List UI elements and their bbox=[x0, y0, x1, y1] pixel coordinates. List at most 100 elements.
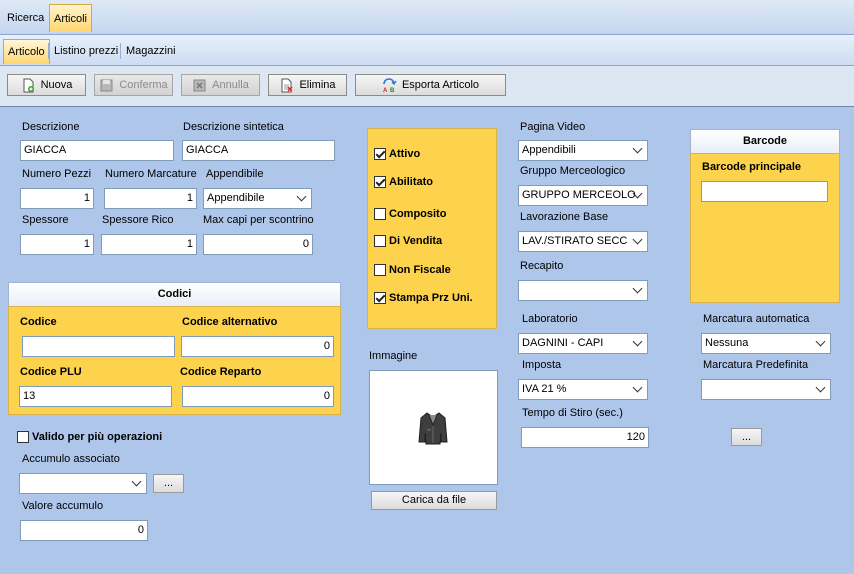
descrizione-input[interactable]: GIACCA bbox=[20, 140, 174, 161]
descrizione-label: Descrizione bbox=[22, 121, 80, 133]
codice-label: Codice bbox=[20, 316, 57, 328]
codice-reparto-input[interactable]: 0 bbox=[182, 386, 334, 407]
export-icon: AB bbox=[382, 77, 397, 94]
codice-reparto-label: Codice Reparto bbox=[180, 366, 262, 378]
di-vendita-label: Di Vendita bbox=[389, 235, 443, 247]
chevron-down-icon bbox=[632, 143, 643, 154]
accumulo-browse-button[interactable]: ... bbox=[153, 474, 184, 493]
valore-accumulo-label: Valore accumulo bbox=[22, 500, 104, 512]
tab-magazzini[interactable]: Magazzini bbox=[122, 39, 180, 64]
tab-separator bbox=[120, 43, 121, 59]
gruppo-merceologico-value: GRUPPO MERCEOLO bbox=[522, 189, 636, 201]
conferma-label: Conferma bbox=[119, 79, 168, 91]
tab-ricerca[interactable]: Ricerca bbox=[3, 4, 48, 32]
annulla-button[interactable]: Annulla bbox=[181, 74, 260, 96]
image-preview bbox=[369, 370, 498, 485]
codice-plu-input[interactable]: 13 bbox=[19, 386, 172, 407]
abilitato-label: Abilitato bbox=[389, 176, 433, 188]
gruppo-merceologico-label: Gruppo Merceologico bbox=[520, 165, 626, 177]
lavorazione-base-select[interactable]: LAV./STIRATO SECC bbox=[518, 231, 648, 252]
codice-input[interactable] bbox=[22, 336, 175, 357]
new-document-icon bbox=[21, 78, 36, 93]
lavorazione-base-label: Lavorazione Base bbox=[520, 211, 609, 223]
numero-marcature-input[interactable]: 1 bbox=[104, 188, 197, 209]
numero-pezzi-label: Numero Pezzi bbox=[22, 168, 92, 180]
tab-articoli[interactable]: Articoli bbox=[49, 4, 93, 32]
marcatura-predefinita-select[interactable] bbox=[701, 379, 831, 400]
non-fiscale-label: Non Fiscale bbox=[389, 264, 451, 276]
chevron-down-icon bbox=[131, 476, 142, 487]
annulla-label: Annulla bbox=[212, 79, 249, 91]
tab-articolo[interactable]: Articolo bbox=[3, 39, 50, 64]
elimina-label: Elimina bbox=[299, 79, 336, 91]
tempo-stiro-label: Tempo di Stiro (sec.) bbox=[522, 407, 623, 419]
appendibile-select[interactable]: Appendibile bbox=[203, 188, 312, 209]
valido-checkbox[interactable] bbox=[17, 431, 29, 443]
marcatura-browse-button[interactable]: ... bbox=[731, 428, 762, 446]
accumulo-label: Accumulo associato bbox=[22, 453, 120, 465]
non-fiscale-checkbox[interactable] bbox=[374, 264, 386, 276]
marcatura-automatica-value: Nessuna bbox=[705, 337, 749, 349]
spessore-label: Spessore bbox=[22, 214, 69, 226]
conferma-button[interactable]: Conferma bbox=[94, 74, 173, 96]
barcode-principale-input[interactable] bbox=[701, 181, 828, 202]
gruppo-merceologico-select[interactable]: GRUPPO MERCEOLO bbox=[518, 185, 648, 206]
pagina-video-select[interactable]: Appendibili bbox=[518, 140, 648, 161]
nuova-button[interactable]: Nuova bbox=[7, 74, 86, 96]
tempo-stiro-input[interactable]: 120 bbox=[521, 427, 649, 448]
delete-document-icon bbox=[279, 78, 294, 93]
chevron-down-icon bbox=[296, 191, 307, 202]
valido-label: Valido per più operazioni bbox=[32, 431, 163, 443]
laboratorio-select[interactable]: DAGNINI - CAPI bbox=[518, 333, 648, 354]
descrizione-sintetica-label: Descrizione sintetica bbox=[183, 121, 284, 133]
spessore-input[interactable]: 1 bbox=[20, 234, 94, 255]
attivo-label: Attivo bbox=[389, 148, 421, 160]
chevron-down-icon bbox=[632, 336, 643, 347]
descrizione-sintetica-input[interactable]: GIACCA bbox=[182, 140, 335, 161]
chevron-down-icon bbox=[632, 283, 643, 294]
save-icon bbox=[99, 78, 114, 93]
recapito-select[interactable] bbox=[518, 280, 648, 301]
max-capi-input[interactable]: 0 bbox=[203, 234, 313, 255]
carica-da-file-button[interactable]: Carica da file bbox=[371, 491, 497, 510]
esporta-articolo-button[interactable]: AB Esporta Articolo bbox=[355, 74, 506, 96]
codice-alternativo-input[interactable]: 0 bbox=[181, 336, 334, 357]
laboratorio-label: Laboratorio bbox=[522, 313, 578, 325]
esporta-label: Esporta Articolo bbox=[401, 79, 480, 91]
imposta-label: Imposta bbox=[522, 359, 562, 371]
barcode-panel bbox=[690, 153, 840, 303]
appendibile-value: Appendibile bbox=[207, 192, 265, 204]
immagine-label: Immagine bbox=[369, 350, 418, 362]
marcatura-automatica-select[interactable]: Nessuna bbox=[701, 333, 831, 354]
tab-listino-prezzi[interactable]: Listino prezzi bbox=[50, 39, 122, 64]
valore-accumulo-input[interactable]: 0 bbox=[20, 520, 148, 541]
pagina-video-value: Appendibili bbox=[522, 144, 576, 156]
numero-marcature-label: Numero Marcature bbox=[105, 168, 197, 180]
chevron-down-icon bbox=[632, 234, 643, 245]
numero-pezzi-input[interactable]: 1 bbox=[20, 188, 94, 209]
composito-checkbox[interactable] bbox=[374, 208, 386, 220]
lavorazione-base-value: LAV./STIRATO SECC bbox=[522, 235, 628, 247]
imposta-value: IVA 21 % bbox=[522, 383, 567, 395]
stampa-prz-uni-label: Stampa Prz Uni. bbox=[389, 292, 473, 304]
spessore-rico-input[interactable]: 1 bbox=[101, 234, 197, 255]
pagina-video-label: Pagina Video bbox=[520, 121, 586, 133]
jacket-icon bbox=[418, 411, 448, 448]
codice-plu-label: Codice PLU bbox=[20, 366, 82, 378]
elimina-button[interactable]: Elimina bbox=[268, 74, 347, 96]
recapito-label: Recapito bbox=[520, 260, 564, 272]
laboratorio-value: DAGNINI - CAPI bbox=[522, 337, 604, 349]
top-tab-bar bbox=[0, 0, 854, 35]
codici-header: Codici bbox=[8, 282, 341, 307]
marcatura-automatica-label: Marcatura automatica bbox=[703, 313, 810, 325]
composito-label: Composito bbox=[389, 208, 447, 220]
attivo-checkbox[interactable] bbox=[374, 148, 386, 160]
imposta-select[interactable]: IVA 21 % bbox=[518, 379, 648, 400]
nuova-label: Nuova bbox=[40, 79, 73, 91]
abilitato-checkbox[interactable] bbox=[374, 176, 386, 188]
accumulo-select[interactable] bbox=[19, 473, 147, 494]
di-vendita-checkbox[interactable] bbox=[374, 235, 386, 247]
marcatura-predefinita-label: Marcatura Predefinita bbox=[703, 359, 809, 371]
barcode-principale-label: Barcode principale bbox=[702, 161, 802, 173]
stampa-prz-uni-checkbox[interactable] bbox=[374, 292, 386, 304]
